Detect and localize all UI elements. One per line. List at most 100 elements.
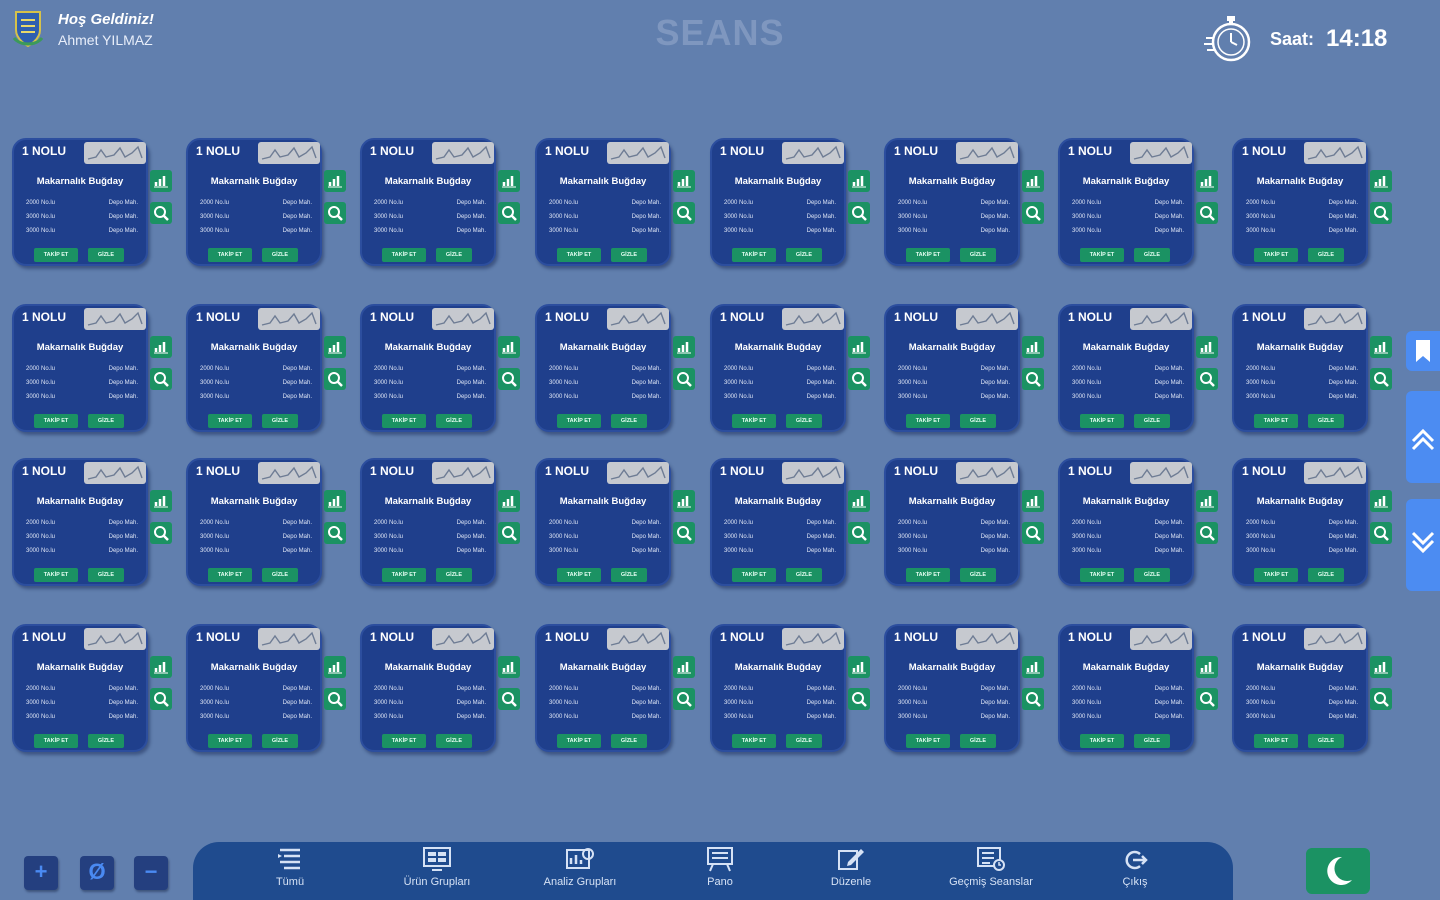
session-card[interactable]: 1 NOLU Makarnalık Buğday 2000 No.lu Depo Ma… bbox=[535, 624, 695, 752]
follow-button[interactable]: TAKİP ET bbox=[208, 568, 252, 582]
sparkline-thumbnail[interactable] bbox=[782, 308, 844, 330]
hide-button[interactable]: GİZLE bbox=[436, 414, 472, 428]
card-chart-button[interactable] bbox=[324, 490, 346, 512]
session-card[interactable]: 1 NOLU Makarnalık Buğday 2000 No.lu Depo Ma… bbox=[12, 138, 172, 266]
hide-button[interactable]: GİZLE bbox=[262, 568, 298, 582]
session-card[interactable]: 1 NOLU Makarnalık Buğday 2000 No.lu Depo Ma… bbox=[12, 624, 172, 752]
sparkline-thumbnail[interactable] bbox=[84, 308, 146, 330]
sparkline-thumbnail[interactable] bbox=[1130, 462, 1192, 484]
hide-button[interactable]: GİZLE bbox=[786, 734, 822, 748]
card-chart-button[interactable] bbox=[498, 656, 520, 678]
sparkline-thumbnail[interactable] bbox=[1304, 142, 1366, 164]
card-zoom-button[interactable] bbox=[324, 368, 346, 390]
follow-button[interactable]: TAKİP ET bbox=[557, 248, 601, 262]
session-card[interactable]: 1 NOLU Makarnalık Buğday 2000 No.lu Depo Ma… bbox=[710, 624, 870, 752]
hide-button[interactable]: GİZLE bbox=[88, 248, 124, 262]
sparkline-thumbnail[interactable] bbox=[84, 628, 146, 650]
session-card[interactable]: 1 NOLU Makarnalık Buğday 2000 No.lu Depo Ma… bbox=[1058, 458, 1218, 586]
nav-board[interactable]: Pano bbox=[660, 846, 780, 888]
session-card[interactable]: 1 NOLU Makarnalık Buğday 2000 No.lu Depo Ma… bbox=[884, 458, 1044, 586]
hide-button[interactable]: GİZLE bbox=[1308, 568, 1344, 582]
follow-button[interactable]: TAKİP ET bbox=[906, 568, 950, 582]
hide-button[interactable]: GİZLE bbox=[1308, 248, 1344, 262]
hide-button[interactable]: GİZLE bbox=[1134, 734, 1170, 748]
card-zoom-button[interactable] bbox=[1370, 688, 1392, 710]
hide-button[interactable]: GİZLE bbox=[960, 734, 996, 748]
follow-button[interactable]: TAKİP ET bbox=[906, 248, 950, 262]
card-zoom-button[interactable] bbox=[150, 368, 172, 390]
card-chart-button[interactable] bbox=[1370, 170, 1392, 192]
session-card[interactable]: 1 NOLU Makarnalık Buğday 2000 No.lu Depo Ma… bbox=[186, 304, 346, 432]
card-zoom-button[interactable] bbox=[150, 688, 172, 710]
card-zoom-button[interactable] bbox=[1022, 368, 1044, 390]
follow-button[interactable]: TAKİP ET bbox=[34, 248, 78, 262]
sparkline-thumbnail[interactable] bbox=[84, 462, 146, 484]
zoom-in-button[interactable]: + bbox=[24, 856, 58, 890]
sparkline-thumbnail[interactable] bbox=[1130, 628, 1192, 650]
session-card[interactable]: 1 NOLU Makarnalık Buğday 2000 No.lu Depo Ma… bbox=[884, 304, 1044, 432]
scroll-down-button[interactable] bbox=[1406, 499, 1440, 591]
nav-past-sessions[interactable]: Geçmiş Seanslar bbox=[931, 846, 1051, 888]
card-zoom-button[interactable] bbox=[1196, 202, 1218, 224]
nav-logout[interactable]: Çıkış bbox=[1075, 846, 1195, 888]
card-chart-button[interactable] bbox=[1370, 336, 1392, 358]
card-zoom-button[interactable] bbox=[324, 688, 346, 710]
card-chart-button[interactable] bbox=[673, 336, 695, 358]
card-chart-button[interactable] bbox=[673, 490, 695, 512]
sparkline-thumbnail[interactable] bbox=[258, 142, 320, 164]
hide-button[interactable]: GİZLE bbox=[611, 414, 647, 428]
session-card[interactable]: 1 NOLU Makarnalık Buğday 2000 No.lu Depo Ma… bbox=[360, 138, 520, 266]
hide-button[interactable]: GİZLE bbox=[262, 414, 298, 428]
follow-button[interactable]: TAKİP ET bbox=[382, 248, 426, 262]
card-chart-button[interactable] bbox=[150, 170, 172, 192]
card-chart-button[interactable] bbox=[848, 656, 870, 678]
follow-button[interactable]: TAKİP ET bbox=[1080, 568, 1124, 582]
session-card[interactable]: 1 NOLU Makarnalık Buğday 2000 No.lu Depo Ma… bbox=[1232, 304, 1392, 432]
follow-button[interactable]: TAKİP ET bbox=[732, 414, 776, 428]
hide-button[interactable]: GİZLE bbox=[1134, 568, 1170, 582]
sparkline-thumbnail[interactable] bbox=[607, 462, 669, 484]
hide-button[interactable]: GİZLE bbox=[436, 568, 472, 582]
session-card[interactable]: 1 NOLU Makarnalık Buğday 2000 No.lu Depo Ma… bbox=[1058, 138, 1218, 266]
hide-button[interactable]: GİZLE bbox=[88, 414, 124, 428]
card-chart-button[interactable] bbox=[150, 656, 172, 678]
hide-button[interactable]: GİZLE bbox=[786, 568, 822, 582]
card-zoom-button[interactable] bbox=[1370, 522, 1392, 544]
nav-analysis-groups[interactable]: Analiz Grupları bbox=[520, 846, 640, 888]
card-zoom-button[interactable] bbox=[1022, 522, 1044, 544]
sparkline-thumbnail[interactable] bbox=[782, 462, 844, 484]
follow-button[interactable]: TAKİP ET bbox=[906, 414, 950, 428]
sparkline-thumbnail[interactable] bbox=[782, 628, 844, 650]
session-card[interactable]: 1 NOLU Makarnalık Buğday 2000 No.lu Depo Ma… bbox=[1058, 304, 1218, 432]
follow-button[interactable]: TAKİP ET bbox=[1080, 248, 1124, 262]
card-chart-button[interactable] bbox=[1196, 336, 1218, 358]
session-card[interactable]: 1 NOLU Makarnalık Buğday 2000 No.lu Depo Ma… bbox=[1232, 458, 1392, 586]
session-card[interactable]: 1 NOLU Makarnalık Buğday 2000 No.lu Depo Ma… bbox=[710, 458, 870, 586]
card-zoom-button[interactable] bbox=[848, 688, 870, 710]
card-zoom-button[interactable] bbox=[673, 368, 695, 390]
card-zoom-button[interactable] bbox=[498, 368, 520, 390]
hide-button[interactable]: GİZLE bbox=[786, 248, 822, 262]
session-card[interactable]: 1 NOLU Makarnalık Buğday 2000 No.lu Depo Ma… bbox=[1058, 624, 1218, 752]
session-card[interactable]: 1 NOLU Makarnalık Buğday 2000 No.lu Depo Ma… bbox=[884, 138, 1044, 266]
card-chart-button[interactable] bbox=[1022, 170, 1044, 192]
hide-button[interactable]: GİZLE bbox=[436, 734, 472, 748]
hide-button[interactable]: GİZLE bbox=[1308, 734, 1344, 748]
sparkline-thumbnail[interactable] bbox=[1304, 308, 1366, 330]
session-card[interactable]: 1 NOLU Makarnalık Buğday 2000 No.lu Depo Ma… bbox=[535, 138, 695, 266]
card-zoom-button[interactable] bbox=[498, 688, 520, 710]
card-chart-button[interactable] bbox=[150, 490, 172, 512]
follow-button[interactable]: TAKİP ET bbox=[1254, 568, 1298, 582]
sparkline-thumbnail[interactable] bbox=[258, 462, 320, 484]
card-chart-button[interactable] bbox=[1196, 656, 1218, 678]
sparkline-thumbnail[interactable] bbox=[1130, 308, 1192, 330]
sparkline-thumbnail[interactable] bbox=[432, 628, 494, 650]
follow-button[interactable]: TAKİP ET bbox=[1254, 734, 1298, 748]
session-card[interactable]: 1 NOLU Makarnalık Buğday 2000 No.lu Depo Ma… bbox=[1232, 624, 1392, 752]
card-chart-button[interactable] bbox=[1370, 490, 1392, 512]
sparkline-thumbnail[interactable] bbox=[432, 308, 494, 330]
card-chart-button[interactable] bbox=[1196, 490, 1218, 512]
nav-edit[interactable]: Düzenle bbox=[791, 846, 911, 888]
session-card[interactable]: 1 NOLU Makarnalık Buğday 2000 No.lu Depo Ma… bbox=[710, 304, 870, 432]
nav-all[interactable]: Tümü bbox=[230, 846, 350, 888]
